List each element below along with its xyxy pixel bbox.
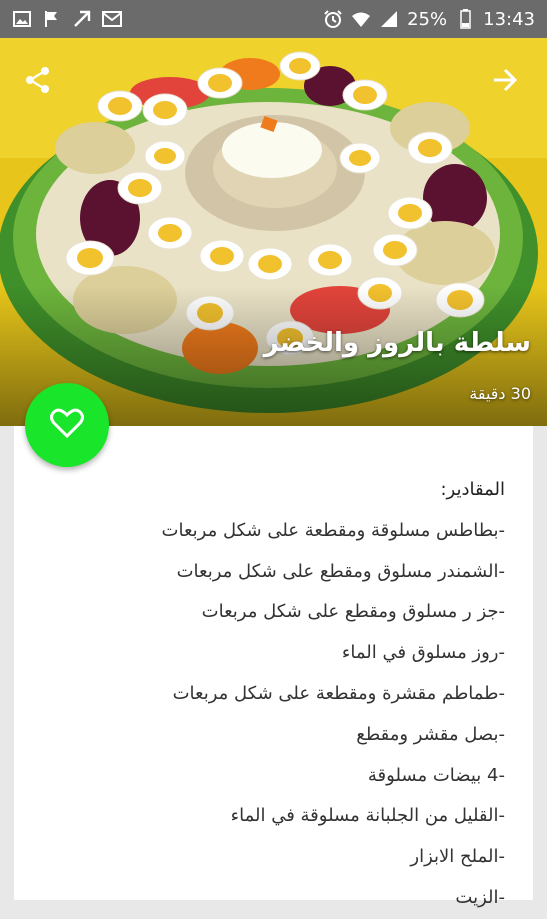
ingredient-item: -بصل مقشر ومقطع: [356, 723, 505, 745]
image-icon: [12, 9, 32, 29]
ingredient-item: -بطاطس مسلوقة ومقطعة على شكل مربعات: [161, 519, 505, 541]
ingredient-item: -طماطم مقشرة ومقطعة على شكل مربعات: [172, 682, 505, 704]
ingredient-item: -الملح الابزار: [410, 846, 505, 868]
share-icon: [23, 65, 53, 99]
flag-icon: [42, 9, 62, 29]
status-system: 25% 13:43: [323, 9, 535, 30]
ingredient-item: -القليل من الجلبانة مسلوقة في الماء: [230, 805, 505, 827]
recipe-photo: [0, 38, 547, 426]
ingredient-item: -روز مسلوق في الماء: [341, 642, 505, 664]
ingredients-heading: المقادير:: [440, 479, 505, 500]
favorite-button[interactable]: [25, 383, 109, 467]
ingredient-item: -الشمندر مسلوق ومقطع على شكل مربعات: [176, 560, 505, 582]
status-bar: 25% 13:43: [0, 0, 547, 38]
battery-percent: 25%: [407, 8, 448, 30]
arrow-icon: [72, 9, 92, 29]
status-notifications: [12, 9, 122, 29]
recipe-time: 30 دقيقة: [469, 384, 531, 403]
ingredient-item: -4 بيضات مسلوقة: [367, 764, 505, 786]
ingredient-item: -جز ر مسلوق ومقطع على شكل مربعات: [201, 601, 505, 623]
heart-icon: [50, 408, 84, 442]
wifi-icon: [351, 9, 371, 29]
alarm-icon: [323, 9, 343, 29]
ingredients-list: المقادير: -بطاطس مسلوقة ومقطعة على شكل م…: [162, 470, 505, 919]
ingredient-item: -الزيت: [455, 886, 505, 908]
battery-icon: [455, 9, 475, 29]
signal-icon: [379, 9, 399, 29]
clock-time: 13:43: [483, 8, 535, 30]
arrow-forward-icon: [491, 66, 519, 98]
mail-icon: [102, 9, 122, 29]
share-button[interactable]: [18, 62, 58, 102]
recipe-title: سلطة بالروز والخضر: [263, 328, 531, 358]
back-button[interactable]: [485, 62, 525, 102]
